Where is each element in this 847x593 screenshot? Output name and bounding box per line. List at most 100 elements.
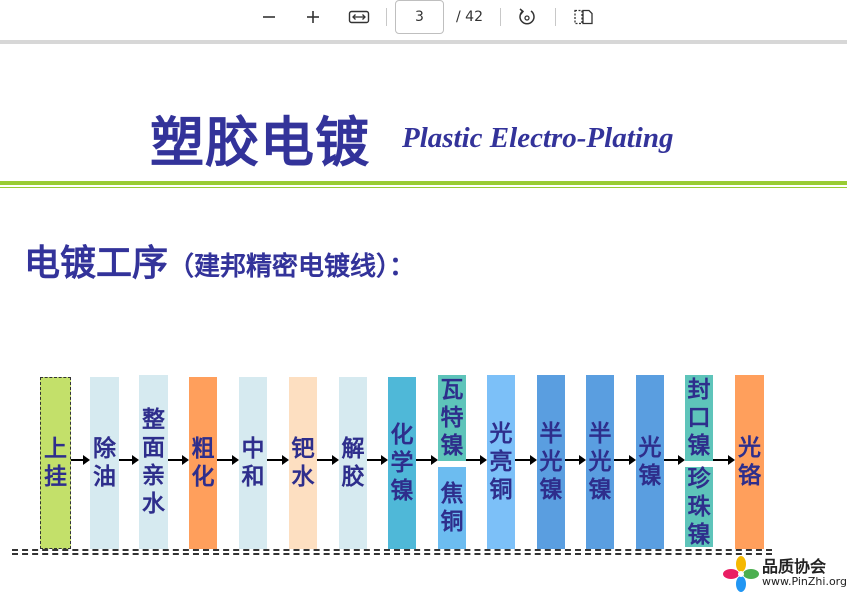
page-view-button[interactable] [570, 4, 596, 30]
flow-arrow [317, 455, 339, 465]
baseline-dashed [12, 553, 772, 555]
watermark-logo-icon [723, 556, 759, 592]
process-step: 化学镍 [388, 377, 416, 549]
process-step: 半光镍 [586, 375, 614, 549]
title-underline [0, 181, 847, 185]
process-step-char: 铜 [489, 477, 513, 503]
watermark: 品质协会 www.PinZhi.org [722, 553, 847, 593]
process-step: 上挂 [40, 377, 71, 549]
flow-arrow [119, 455, 139, 465]
process-step-char: 面 [142, 435, 165, 461]
flow-arrow [713, 455, 735, 465]
process-step-char: 粗 [191, 436, 215, 462]
page-number-input[interactable] [395, 0, 444, 34]
process-step: 除油 [90, 377, 119, 549]
process-step: 整面亲水 [139, 375, 168, 549]
flow-arrow [416, 455, 438, 465]
process-step: 珍珠镍 [685, 466, 713, 548]
process-step: 粗化 [189, 377, 217, 549]
process-step-char: 光 [539, 449, 563, 475]
process-step-char: 整 [142, 407, 165, 433]
baseline-dashed [12, 549, 772, 551]
watermark-url: www.PinZhi.org [762, 575, 847, 588]
heading-sub: （建邦精密电镀线）： [168, 252, 416, 282]
process-step-char: 光 [489, 421, 513, 447]
process-step-char: 除 [93, 436, 116, 462]
process-step-char: 光 [738, 435, 761, 461]
rotate-button[interactable] [514, 4, 540, 30]
process-step: 封口镍 [685, 375, 713, 461]
zoom-out-icon [263, 16, 275, 18]
process-step-char: 挂 [44, 464, 67, 490]
process-step-char: 化 [390, 422, 414, 448]
process-step-char: 镍 [638, 463, 662, 489]
toolbar-border [0, 40, 847, 44]
process-step: 半光镍 [537, 375, 565, 549]
process-step-char: 焦 [440, 481, 464, 507]
watermark-name: 品质协会 [762, 557, 827, 576]
process-step: 瓦特镍 [438, 375, 466, 461]
flow-arrow [217, 455, 239, 465]
rotate-icon [519, 8, 535, 25]
process-step-char: 半 [588, 421, 612, 447]
flow-arrow [466, 455, 487, 465]
process-step-char: 油 [93, 464, 116, 490]
flow-arrow [565, 455, 586, 465]
process-step-char: 学 [390, 450, 414, 476]
fit-width-icon [348, 10, 370, 24]
process-step-char: 水 [142, 491, 165, 517]
slide-title-english: Plastic Electro-Plating [402, 122, 674, 154]
process-step-char: 中 [241, 436, 265, 462]
process-step-char: 水 [291, 464, 315, 490]
process-step-char: 解 [341, 436, 365, 462]
process-step-char: 和 [241, 464, 265, 490]
flow-arrow [71, 455, 90, 465]
process-step-char: 光 [638, 435, 662, 461]
page-total: / 42 [456, 9, 483, 25]
zoom-in-button[interactable] [300, 4, 326, 30]
process-step-char: 镍 [588, 477, 612, 503]
process-step-char: 化 [191, 464, 215, 490]
process-step-char: 瓦 [440, 377, 464, 403]
zoom-out-button[interactable] [256, 4, 282, 30]
process-step-char: 珍 [687, 466, 711, 492]
process-step: 钯水 [289, 377, 317, 549]
process-step: 光亮铜 [487, 375, 515, 549]
process-step: 焦铜 [438, 467, 466, 549]
process-step-char: 铜 [440, 509, 464, 535]
flow-arrow [515, 455, 537, 465]
process-step-char: 镍 [440, 433, 464, 459]
process-step-char: 铬 [738, 463, 761, 489]
process-step: 光铬 [735, 375, 764, 549]
heading-main: 电镀工序 [24, 242, 169, 284]
process-step-char: 镍 [687, 433, 711, 459]
process-step: 解胶 [339, 377, 367, 549]
process-step-char: 镍 [539, 477, 563, 503]
process-step-char: 光 [588, 449, 612, 475]
toolbar-divider [555, 8, 556, 26]
process-step-char: 特 [440, 405, 464, 431]
flow-arrow [267, 455, 289, 465]
slide-title-chinese: 塑胶电镀 [150, 110, 370, 174]
toolbar-divider [386, 8, 387, 26]
process-step-char: 镍 [390, 478, 414, 504]
process-step-char: 亲 [142, 463, 165, 489]
process-step: 中和 [239, 377, 267, 549]
section-heading: 电镀工序（建邦精密电镀线）： [24, 234, 415, 286]
process-step-char: 钯 [291, 436, 315, 462]
process-step-char: 亮 [489, 449, 513, 475]
process-step-char: 半 [539, 421, 563, 447]
process-step-char: 封 [687, 377, 711, 403]
process-step-char: 镍 [687, 522, 711, 548]
pdf-toolbar: / 42 [0, 0, 847, 40]
zoom-in-icon [307, 11, 319, 23]
process-step-char: 上 [44, 436, 67, 462]
toolbar-divider [500, 8, 501, 26]
flow-arrow [614, 455, 636, 465]
process-step: 光镍 [636, 375, 664, 549]
process-step-char: 珠 [687, 494, 711, 520]
fit-width-button[interactable] [346, 4, 372, 30]
page-view-icon [574, 9, 593, 25]
process-step-char: 口 [687, 405, 711, 431]
flow-arrow [168, 455, 189, 465]
